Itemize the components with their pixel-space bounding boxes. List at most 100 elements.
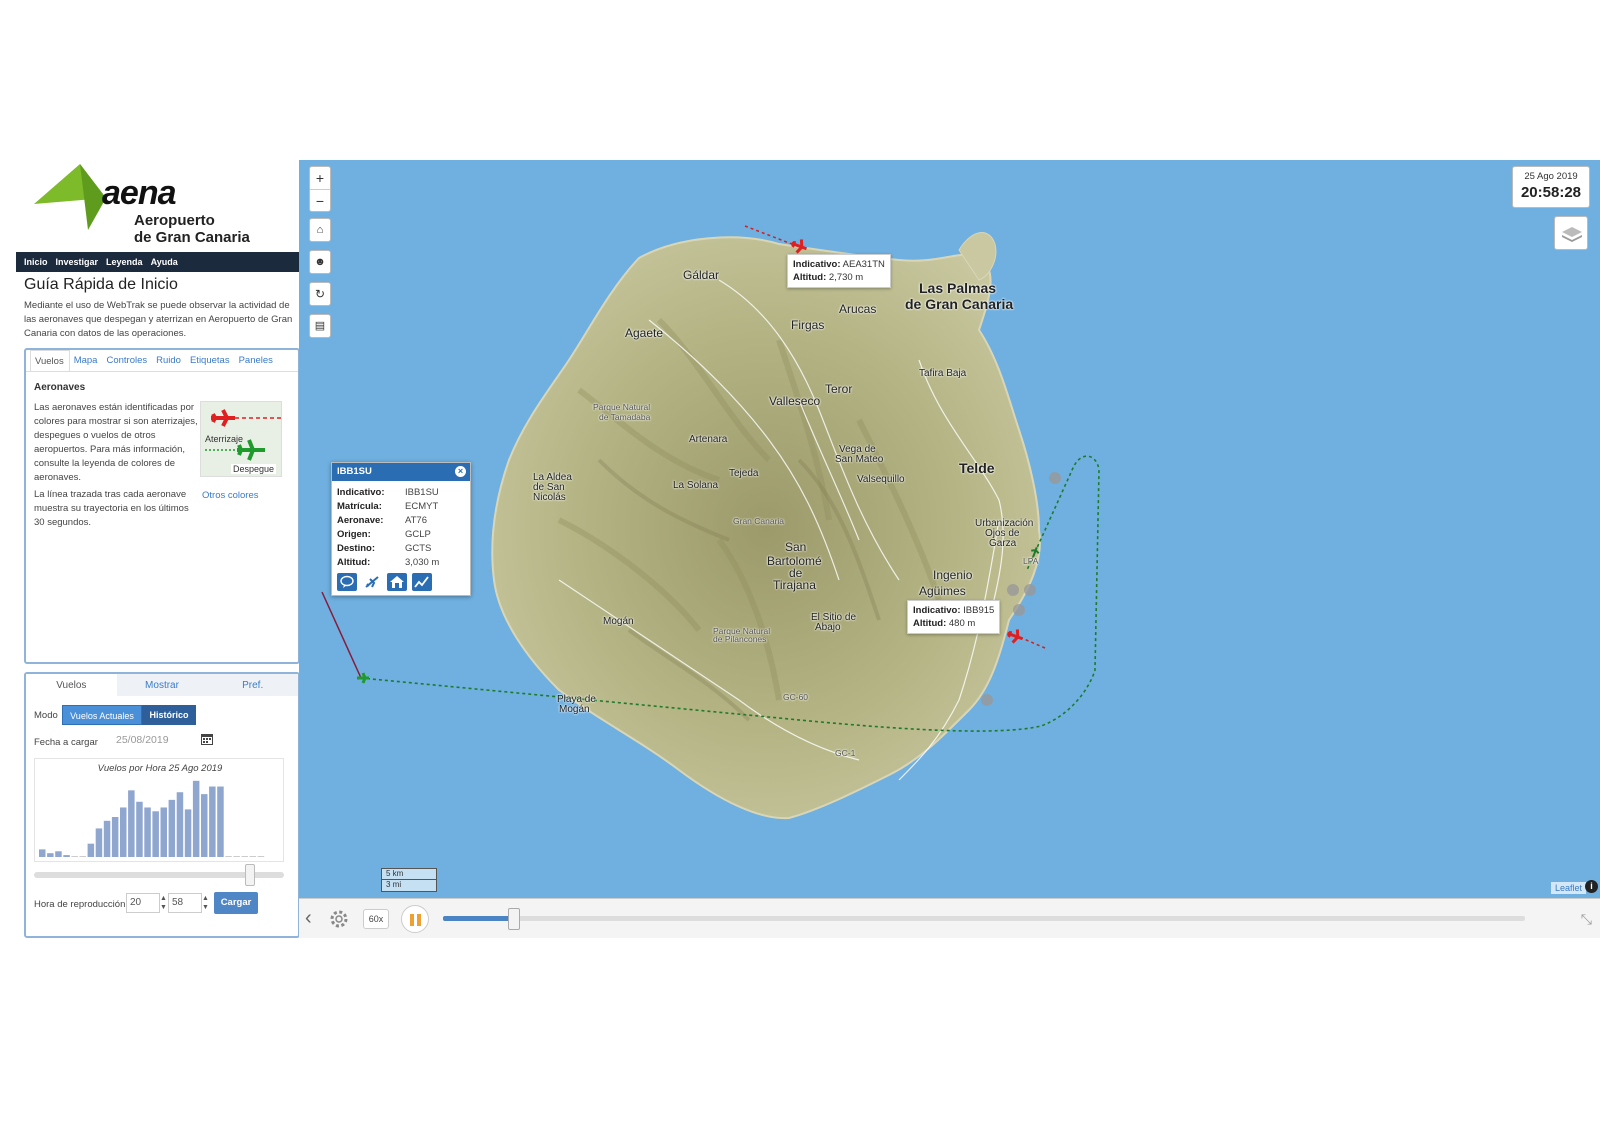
legend-landing-label: Aterrizaje xyxy=(205,434,244,444)
place-label: San xyxy=(785,540,807,554)
date-input[interactable] xyxy=(116,731,196,749)
place-label: San Mateo xyxy=(835,454,884,465)
hour-slider[interactable] xyxy=(34,864,284,886)
help-tab-vuelos[interactable]: Vuelos xyxy=(30,350,70,371)
hour-slider-handle[interactable] xyxy=(245,864,256,886)
home-button[interactable]: ⌂ xyxy=(309,218,331,242)
tab-pref[interactable]: Pref. xyxy=(207,674,299,696)
aena-logo-icon xyxy=(34,164,106,230)
histogram-bar xyxy=(136,801,143,857)
nav-investigar[interactable]: Investigar xyxy=(56,257,99,267)
popup-value: AT76 xyxy=(405,515,428,526)
histogram-bar xyxy=(79,856,86,857)
minute-stepper[interactable]: 58 xyxy=(168,893,202,913)
place-label: de Pilancones xyxy=(713,634,767,644)
popup-close-icon[interactable]: × xyxy=(455,466,466,477)
popup-header: IBB1SU × xyxy=(332,463,470,481)
place-label: Valsequillo xyxy=(857,474,905,485)
help-paragraph-trail: La línea trazada tras cada aeronave mues… xyxy=(34,489,189,528)
zoom-in-button[interactable]: + xyxy=(310,167,330,189)
nav-ayuda[interactable]: Ayuda xyxy=(151,257,178,267)
popup-value: GCTS xyxy=(405,543,432,554)
histogram-bar xyxy=(192,780,200,857)
legend-takeoff-label: Despegue xyxy=(231,464,277,474)
place-label: Gáldar xyxy=(683,268,720,282)
popup-profile-button[interactable] xyxy=(412,573,432,591)
help-tab-etiquetas[interactable]: Etiquetas xyxy=(186,350,235,371)
tab-vuelos[interactable]: Vuelos xyxy=(26,674,117,696)
altitude-graph-icon xyxy=(414,576,429,588)
tooltip-aea31tn-key2: Altitud: xyxy=(793,272,827,283)
collapse-panel-icon[interactable]: ‹ xyxy=(305,907,312,930)
tooltip-ibb915: Indicativo: IBB915 Altitud: 480 m xyxy=(907,600,1001,634)
popup-row-altitud: Altitud: 3,030 m xyxy=(337,557,439,568)
tab-mostrar[interactable]: Mostrar xyxy=(116,674,208,696)
place-label: de Tamadaba xyxy=(599,412,651,422)
other-colors-link[interactable]: Otros colores xyxy=(202,490,259,501)
place-label: Ingenio xyxy=(933,568,973,582)
popup-row-destino: Destino: GCTS xyxy=(337,543,431,554)
playback-progress-handle[interactable] xyxy=(508,908,521,930)
histogram-bar xyxy=(39,849,46,857)
help-tab-mapa[interactable]: Mapa xyxy=(70,350,103,371)
people-icon: ☻ xyxy=(314,256,326,268)
tooltip-ibb915-key2: Altitud: xyxy=(913,618,947,629)
histogram-bar xyxy=(225,856,232,857)
histogram-bar xyxy=(209,786,216,857)
map-canvas xyxy=(321,225,1100,820)
nav-inicio[interactable]: Inicio xyxy=(24,257,48,267)
settings-gear-icon[interactable] xyxy=(327,907,351,931)
histogram-bar xyxy=(144,807,151,857)
tooltip-ibb915-key1: Indicativo: xyxy=(913,605,961,616)
tooltip-ibb915-altitude: 480 m xyxy=(948,618,976,629)
place-label: Parque Natural xyxy=(593,402,651,412)
leaflet-attribution-link[interactable]: Leaflet xyxy=(1550,882,1586,894)
place-label: de Gran Canaria xyxy=(905,296,1014,312)
help-tab-paneles[interactable]: Paneles xyxy=(235,350,278,371)
histogram-bars xyxy=(39,780,265,857)
layers-button[interactable] xyxy=(1554,216,1588,250)
help-panel: Vuelos Mapa Controles Ruido Etiquetas Pa… xyxy=(24,348,300,664)
refresh-button[interactable]: ↻ xyxy=(309,282,331,306)
nav-leyenda[interactable]: Leyenda xyxy=(106,257,143,267)
zoom-out-button[interactable]: − xyxy=(310,189,330,211)
histogram-bar xyxy=(233,856,240,857)
map-view[interactable]: + − ⌂ ☻ ↻ ▤ 25 Ago 2019 20:58:28 Gáldar A… xyxy=(299,160,1600,938)
hour-stepper-arrows-icon[interactable]: ▲ ▼ xyxy=(160,894,167,912)
webtrak-app: aena Aeropuerto de Gran Canaria Inicio I… xyxy=(16,160,1600,960)
place-label: Artenara xyxy=(689,434,728,445)
histogram-bar xyxy=(160,807,167,857)
playback-speed-button[interactable]: 60x xyxy=(363,909,389,929)
expand-icon[interactable]: ⤡ xyxy=(1581,911,1592,928)
popup-value: IBB1SU xyxy=(405,487,439,498)
playback-progress-slider[interactable] xyxy=(443,908,1525,930)
popup-home-button[interactable] xyxy=(387,573,407,591)
load-button[interactable]: Cargar xyxy=(214,892,258,914)
histogram-bar xyxy=(71,856,78,857)
mode-historic-button[interactable]: Histórico xyxy=(142,705,196,725)
playback-progress-fill xyxy=(443,916,515,921)
mode-current-flights-button[interactable]: Vuelos Actuales xyxy=(62,705,142,725)
calendar-icon[interactable] xyxy=(200,732,214,746)
people-button[interactable]: ☻ xyxy=(309,250,331,274)
hour-stepper[interactable]: 20 xyxy=(126,893,160,913)
minute-stepper-arrows-icon[interactable]: ▲ ▼ xyxy=(202,894,209,912)
histogram-bar xyxy=(103,820,111,857)
histogram-bar xyxy=(184,809,192,857)
top-navigation: Inicio Investigar Leyenda Ayuda xyxy=(16,252,306,272)
flight-info-popup: IBB1SU × Indicativo: IBB1SU Matrícula: ECM… xyxy=(331,462,471,596)
info-icon[interactable]: i xyxy=(1585,880,1598,893)
print-button[interactable]: ▤ xyxy=(309,314,331,338)
popup-comment-button[interactable] xyxy=(337,573,357,591)
place-label: LPA xyxy=(1023,556,1039,566)
mode-label: Modo xyxy=(34,710,58,721)
histogram-bar xyxy=(87,843,95,857)
place-label: La Solana xyxy=(673,480,719,491)
pause-button[interactable] xyxy=(401,905,429,933)
popup-flight-button[interactable] xyxy=(362,573,382,591)
help-tab-ruido[interactable]: Ruido xyxy=(152,350,186,371)
place-label: Valleseco xyxy=(769,394,821,408)
help-heading: Aeronaves xyxy=(34,382,86,393)
help-tab-controles[interactable]: Controles xyxy=(102,350,152,371)
logo-brand: aena xyxy=(102,174,176,212)
